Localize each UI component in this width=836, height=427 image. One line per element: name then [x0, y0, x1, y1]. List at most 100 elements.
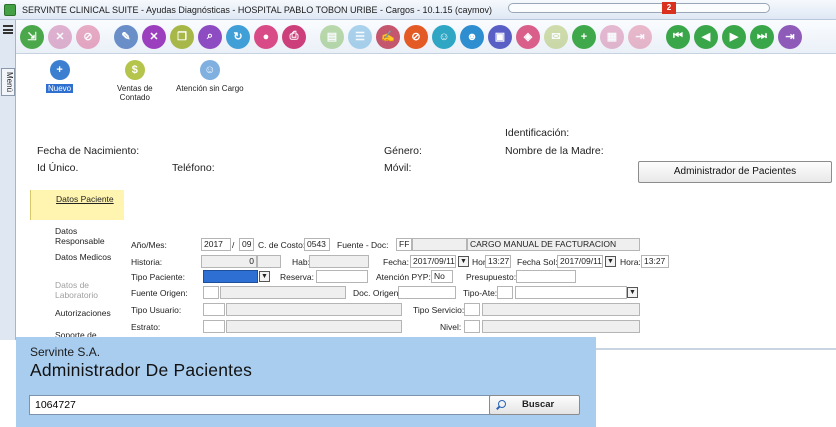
source-origin-label: Fuente Origen:: [131, 288, 188, 298]
care-without-charge-label: Atención sin Cargo: [176, 84, 244, 93]
previous-icon[interactable]: ◀: [694, 24, 718, 49]
user-type-label: Tipo Usuario:: [131, 305, 182, 315]
cost-center-field[interactable]: 0543: [304, 238, 330, 251]
nav-medical-data[interactable]: Datos Medicos: [30, 252, 124, 262]
time-field[interactable]: 13:27: [485, 255, 511, 268]
camera-icon[interactable]: ●: [254, 24, 278, 49]
source-origin-field[interactable]: [203, 286, 219, 299]
toolbar-separator: [656, 25, 662, 49]
add-icon[interactable]: +: [572, 24, 596, 49]
chevron-down-icon[interactable]: ▼: [627, 287, 638, 298]
refresh-icon[interactable]: ↻: [226, 24, 250, 49]
year-month-separator: /: [232, 240, 235, 250]
title-search-box[interactable]: [508, 3, 770, 13]
menu-tab[interactable]: Menú: [1, 68, 15, 96]
budget-field[interactable]: [516, 270, 576, 283]
nav-responsible-label-2: Responsable: [55, 236, 105, 246]
green-export-icon[interactable]: ⇲: [20, 24, 44, 49]
attention-type-label: Tipo-Ate:: [463, 288, 498, 298]
cash-register-icon: $: [124, 60, 145, 80]
mobile-label: Móvil:: [384, 162, 412, 174]
app-icon: [4, 4, 16, 16]
sign-icon[interactable]: ✍: [376, 24, 400, 49]
card-icon[interactable]: ▣: [488, 24, 512, 49]
source-origin-desc-field: [220, 286, 346, 299]
next-icon[interactable]: ▶: [722, 24, 746, 49]
service-type-field[interactable]: [464, 303, 480, 316]
patient-admin-button[interactable]: Administrador de Pacientes: [638, 161, 832, 183]
cash-sales-button[interactable]: $ Ventas de Contado: [117, 60, 153, 102]
user-type-desc-field: [226, 303, 402, 316]
user-icon[interactable]: ☺: [432, 24, 456, 49]
user-type-field[interactable]: [203, 303, 225, 316]
title-bar: SERVINTE CLINICAL SUITE - Ayudas Diagnós…: [0, 0, 836, 20]
note-icon[interactable]: ✉: [544, 24, 568, 49]
copy-icon[interactable]: ❐: [170, 24, 194, 49]
search-button-label: Buscar: [522, 399, 555, 410]
request-date-label: Fecha Sol:: [517, 257, 558, 267]
eraser-icon[interactable]: ◈: [516, 24, 540, 49]
list-icon[interactable]: ☰: [348, 24, 372, 49]
nav-patient-data[interactable]: Datos Paciente: [30, 190, 124, 220]
patient-type-select[interactable]: [203, 270, 258, 283]
date-label: Fecha:: [383, 257, 409, 267]
add-user-icon: +: [49, 60, 70, 80]
search-icon: [498, 400, 506, 408]
attention-type-code-field[interactable]: [497, 286, 513, 299]
doc-origin-label: Doc. Origen:: [353, 288, 401, 298]
nav-responsible-data[interactable]: Datos Responsable: [30, 226, 124, 246]
first-record-icon[interactable]: ⏮: [666, 24, 690, 49]
reservation-field[interactable]: [316, 270, 368, 283]
new-button[interactable]: + Nuevo: [46, 60, 74, 93]
cash-sales-label-1: Ventas de: [117, 84, 153, 93]
room-field[interactable]: [309, 255, 369, 268]
stratum-label: Estrato:: [131, 322, 161, 332]
date-field[interactable]: 2017/09/11: [410, 255, 456, 268]
logout-icon[interactable]: ⇥: [778, 24, 802, 49]
patient-admin-dialog: Servinte S.A. Administrador De Pacientes…: [16, 337, 596, 427]
last-record-icon[interactable]: ⏭: [750, 24, 774, 49]
doc-field[interactable]: [412, 238, 467, 251]
chevron-down-icon[interactable]: ▼: [458, 256, 469, 267]
stratum-field[interactable]: [203, 320, 225, 333]
notification-badge[interactable]: 2: [662, 2, 676, 14]
chevron-down-icon[interactable]: ▼: [259, 271, 270, 282]
lock-icon[interactable]: ⊘: [76, 24, 100, 49]
search-button[interactable]: Buscar: [489, 395, 580, 415]
folder-icon[interactable]: ▦: [600, 24, 624, 49]
company-name: Servinte S.A.: [30, 345, 101, 359]
nav-authorizations[interactable]: Autorizaciones: [30, 308, 124, 318]
patient-search-input[interactable]: [29, 395, 494, 415]
level-field[interactable]: [464, 320, 480, 333]
print-icon[interactable]: ⎙: [282, 24, 306, 49]
request-date-field[interactable]: 2017/09/11: [557, 255, 603, 268]
year-month-label: Año/Mes:: [131, 240, 167, 250]
no-entry-icon[interactable]: ⊘: [404, 24, 428, 49]
document-icon[interactable]: ▤: [320, 24, 344, 49]
trash-icon[interactable]: ✕: [48, 24, 72, 49]
patient-type-label: Tipo Paciente:: [131, 272, 186, 282]
service-type-label: Tipo Servicio:: [413, 305, 465, 315]
new-label: Nuevo: [46, 84, 74, 93]
birth-date-label: Fecha de Nacimiento:: [37, 145, 140, 157]
exit-door-icon[interactable]: ⇥: [628, 24, 652, 49]
year-field[interactable]: 2017: [201, 238, 231, 251]
nav-lab-label-2: Laboratorio: [55, 290, 99, 300]
pyp-care-field[interactable]: No: [431, 270, 453, 283]
users-icon[interactable]: ☻: [460, 24, 484, 49]
attention-type-select[interactable]: [515, 286, 627, 299]
source-field[interactable]: FF: [396, 238, 412, 251]
care-without-charge-button[interactable]: ☺ Atención sin Cargo: [176, 60, 244, 93]
level-label: Nivel:: [440, 322, 462, 332]
edit-icon[interactable]: ✎: [114, 24, 138, 49]
cancel-icon[interactable]: ✕: [142, 24, 166, 49]
doc-origin-field[interactable]: [398, 286, 456, 299]
month-field[interactable]: 09: [239, 238, 254, 251]
request-time-field[interactable]: 13:27: [641, 255, 669, 268]
history-field[interactable]: 0: [201, 255, 257, 268]
history-label: Historia:: [131, 257, 163, 267]
hamburger-menu-icon[interactable]: [3, 25, 13, 34]
chevron-down-icon[interactable]: ▼: [605, 256, 616, 267]
nav-responsible-label-1: Datos: [55, 226, 78, 236]
search-icon[interactable]: ⌕: [198, 24, 222, 49]
